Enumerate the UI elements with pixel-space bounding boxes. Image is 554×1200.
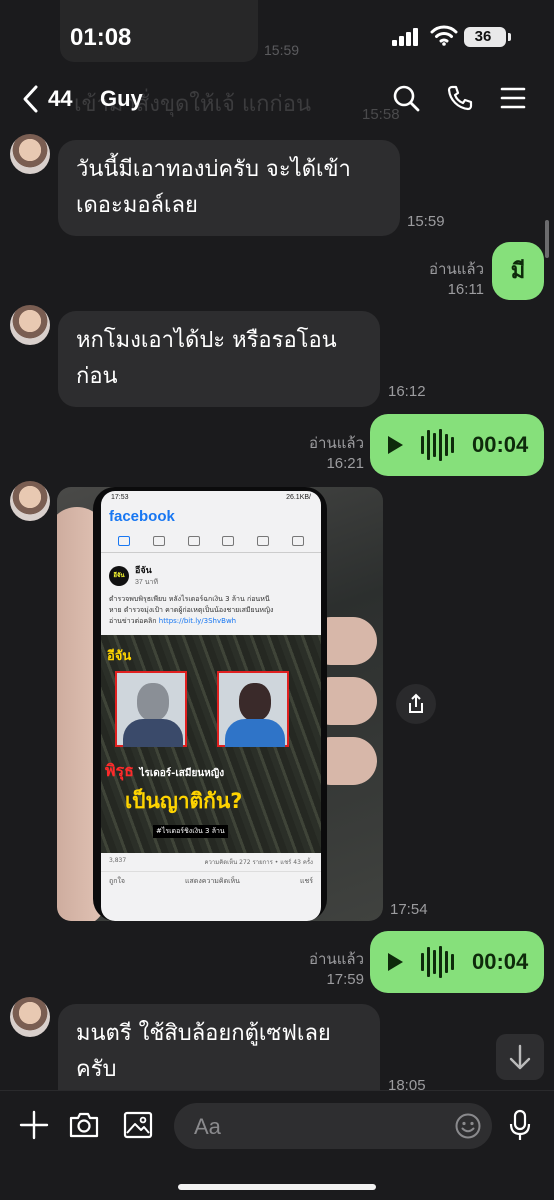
message-text: เดอะมอล์เลย [76,193,198,218]
mugshot-woman [217,671,289,747]
microphone-icon[interactable] [508,1109,532,1143]
marketplace-icon [187,535,200,546]
incoming-message-bubble[interactable]: วันนี้มีเอาทองบ่ครับ จะได้เข้า เดอะมอล์เ… [58,140,400,236]
play-icon[interactable] [388,436,403,454]
news-graphic: อีจัน พิรุธ ไรเดอร์-เสมียนหญิง เป็นญาติก… [101,635,321,853]
signal-icon [392,28,418,46]
chat-header: เข้ามาสั่งขุดให้เจ้ แกก่อน 15:58 44 Guy [0,74,554,126]
message-text: มนตรี ใช้สิบล้อยกตู้เซฟเลย [76,1021,331,1046]
hashtag: #ไรเดอร์ชิงเงิน 3 ล้าน [153,825,228,838]
shared-photo[interactable]: 17:53 26.1KB/ facebook อีจัน อีจัน 37 นา… [57,487,383,921]
read-label: อ่านแล้ว [309,435,364,452]
page-avatar: อีจัน [109,565,129,586]
plus-icon[interactable] [18,1109,50,1141]
scroll-to-bottom-button[interactable] [496,1034,544,1080]
facebook-app-bar: facebook [101,503,321,529]
message-time: 17:59 [326,971,364,988]
home-icon [118,535,131,546]
message-text: ครับ [76,1057,117,1082]
battery-indicator: 36 [464,27,511,47]
phone-status-bar: 17:53 26.1KB/ [111,494,311,501]
contact-avatar[interactable] [10,305,50,345]
image-gallery-icon[interactable] [122,1109,154,1141]
mugshot-man [115,671,187,747]
status-time: 01:08 [70,24,132,51]
share-button[interactable] [396,684,436,724]
emoji-icon[interactable] [454,1112,482,1140]
post-actions: ถูกใจ แสดงความคิดเห็น แชร์ [101,871,321,891]
post-stats: 3,837 ความคิดเห็น 272 รายการ • แชร์ 43 ค… [109,857,313,866]
scroll-indicator[interactable] [545,220,549,258]
message-time: 16:12 [388,383,426,400]
menu-icon[interactable] [500,84,526,112]
message-text: วันนี้มีเอาทองบ่ครับ จะได้เข้า [76,157,351,182]
message-text: ก่อน [76,364,118,389]
message-time: 15:59 [407,213,445,230]
contact-avatar[interactable] [10,134,50,174]
headline-bottom: เป็นญาติกัน? [125,789,243,813]
read-receipt: อ่านแล้ว 17:59 [286,950,364,990]
ghost-time: 15:59 [264,42,300,58]
message-time: 16:21 [326,455,364,472]
facebook-logo: facebook [109,507,175,525]
voice-duration: 00:04 [472,949,529,974]
back-chevron-icon[interactable] [20,84,42,114]
groups-icon [222,535,235,546]
phone-screen: 17:53 26.1KB/ facebook อีจัน อีจัน 37 นา… [101,491,321,921]
camera-icon[interactable] [68,1109,100,1141]
read-label: อ่านแล้ว [429,261,484,278]
contact-name[interactable]: Guy [100,86,143,112]
read-label: อ่านแล้ว [309,951,364,968]
page-name: อีจัน [135,566,152,576]
contact-avatar[interactable] [10,481,50,521]
incoming-message-bubble[interactable]: มนตรี ใช้สิบล้อยกตู้เซฟเลย ครับ [58,1004,380,1090]
search-icon[interactable] [392,84,420,112]
share-icon [409,693,423,713]
video-icon [152,535,165,546]
play-icon[interactable] [388,953,403,971]
message-time: 16:11 [447,281,484,298]
read-receipt: อ่านแล้ว 16:21 [286,434,364,474]
home-indicator[interactable] [178,1184,376,1190]
arrow-down-icon [509,1044,531,1070]
waveform-icon [421,429,454,461]
message-text: หกโมงเอาได้ปะ หรือรอโอน [76,328,337,353]
wifi-icon [430,25,458,46]
post-text: ตำรวจพบพิรุธเพียบ หลังไรเดอร์ฉกเงิน 3 ล้… [109,595,274,625]
profile-icon [291,535,304,546]
voice-message-bubble[interactable]: 00:04 [370,414,544,476]
waveform-icon [421,946,454,978]
contact-avatar[interactable] [10,997,50,1037]
post-header: อีจัน อีจัน 37 นาที [101,553,321,592]
message-time: 17:54 [390,901,428,918]
facebook-tabs [101,529,321,553]
input-placeholder: Aa [194,1114,221,1139]
headline-top: พิรุธ ไรเดอร์-เสมียนหญิง [105,761,225,780]
message-input[interactable]: Aa [174,1103,492,1149]
voice-message-bubble[interactable]: 00:04 [370,931,544,993]
voice-duration: 00:04 [472,432,529,457]
incoming-message-bubble[interactable]: หกโมงเอาได้ปะ หรือรอโอน ก่อน [58,311,380,407]
bell-icon [256,535,269,546]
post-date: 37 นาที [135,579,159,586]
status-bar: 15:59 01:08 36 [0,0,554,74]
outgoing-message-bubble[interactable]: มี [492,242,544,300]
unread-count[interactable]: 44 [48,86,72,112]
brand-label: อีจัน [107,649,132,664]
read-receipt: อ่านแล้ว 16:11 [404,260,484,300]
phone-call-icon[interactable] [446,84,474,112]
